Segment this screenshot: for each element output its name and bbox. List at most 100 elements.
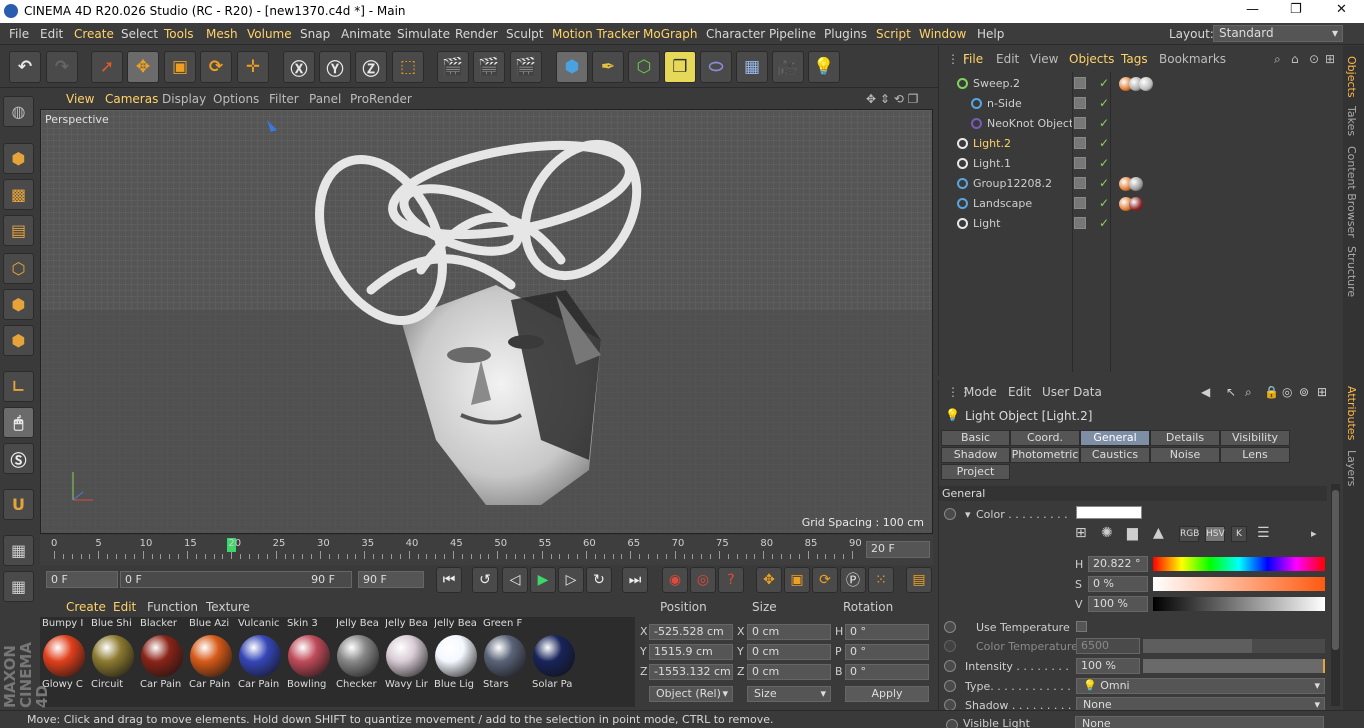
previous-frame-button[interactable]: ◁	[502, 567, 528, 593]
type-select[interactable]: 💡 Omni ▾	[1076, 678, 1325, 694]
objects-menu-objects[interactable]: Objects	[1069, 52, 1114, 66]
z-axis-button[interactable]: Ⓩ	[355, 51, 387, 83]
tab-coord[interactable]: Coord.	[1010, 430, 1080, 446]
objects-menu-bookmarks[interactable]: Bookmarks	[1159, 52, 1226, 66]
render-view-button[interactable]: 🎬	[437, 51, 469, 83]
points-mode-button[interactable]: ⬡	[3, 253, 34, 284]
target-icon[interactable]: ◎	[1282, 385, 1292, 399]
color-swatch[interactable]	[1076, 506, 1142, 519]
render-settings-button[interactable]: 🎬	[510, 51, 542, 83]
viewport-menu-prorender[interactable]: ProRender	[350, 92, 412, 106]
up-arrow-icon[interactable]: ↖	[1226, 385, 1236, 399]
object-tag-icon[interactable]	[1129, 177, 1143, 191]
menu-edit[interactable]: Edit	[40, 27, 63, 41]
material-swatch[interactable]: Jelly Bea Checker	[334, 617, 382, 707]
current-frame-field[interactable]: 20 F	[866, 541, 930, 558]
objects-menu-file[interactable]: File	[963, 52, 983, 66]
visible-light-radio[interactable]	[946, 719, 958, 728]
render-picture-viewer-button[interactable]: 🎬	[473, 51, 505, 83]
scale-tool-button[interactable]: ▣	[164, 51, 196, 83]
pen-button[interactable]: ✒	[592, 51, 624, 83]
floor-button[interactable]: ▦	[736, 51, 768, 83]
attributes-scrollbar-thumb[interactable]	[1332, 490, 1339, 650]
enabled-check-icon[interactable]: ✓	[1099, 176, 1109, 190]
material-swatch[interactable]: Blue Azi Car Pain	[187, 617, 235, 707]
rotate-tool-button[interactable]: ⟳	[200, 51, 232, 83]
tab-photometric[interactable]: Photometric	[1010, 447, 1080, 463]
sliders-icon[interactable]: ☰	[1257, 525, 1270, 541]
light-button[interactable]: 💡	[808, 51, 840, 83]
viewport-menu-panel[interactable]: Panel	[309, 92, 341, 106]
go-to-start-button[interactable]: ⏮	[436, 567, 462, 593]
rotation-p-field[interactable]: 0 °	[845, 644, 929, 660]
size-mode-select[interactable]: Size ▾	[747, 686, 831, 702]
object-name[interactable]: Group12208.2	[973, 177, 1052, 190]
back-arrow-icon[interactable]: ◀	[1201, 385, 1210, 399]
color-temperature-field[interactable]: 6500	[1076, 638, 1140, 654]
keyframe-selection-button[interactable]: ?	[718, 567, 744, 593]
frame-range-slider[interactable]: 0 F 90 F	[120, 571, 352, 588]
side-tab-objects[interactable]: Objects	[1345, 56, 1358, 98]
viewport-navigation-icons[interactable]: ✥ ⇕ ⟲ ❐	[866, 92, 918, 106]
search-icon[interactable]: ⌕	[1245, 385, 1252, 400]
color-animate-radio[interactable]	[944, 508, 956, 520]
apply-button[interactable]: Apply	[845, 686, 929, 702]
menu-plugins[interactable]: Plugins	[824, 27, 867, 41]
layer-visibility-icon[interactable]	[1074, 177, 1086, 189]
material-menu-create[interactable]: Create	[66, 600, 106, 614]
go-to-end-button[interactable]: ⏭	[622, 567, 648, 593]
objects-menu-view[interactable]: View	[1030, 52, 1058, 66]
enabled-check-icon[interactable]: ✓	[1099, 116, 1109, 130]
viewport-menu-view[interactable]: View	[66, 92, 94, 106]
enabled-check-icon[interactable]: ✓	[1099, 196, 1109, 210]
layer-visibility-icon[interactable]	[1074, 197, 1086, 209]
menu-animate[interactable]: Animate	[341, 27, 391, 41]
menu-create[interactable]: Create	[74, 27, 114, 41]
layer-visibility-icon[interactable]	[1074, 157, 1086, 169]
type-radio[interactable]	[944, 680, 956, 692]
material-swatch[interactable]: Vulcanic Car Pain	[236, 617, 284, 707]
menu-tools[interactable]: Tools	[164, 27, 194, 41]
objects-menu-tags[interactable]: Tags	[1121, 52, 1148, 66]
position-x-field[interactable]: -525.528 cm	[649, 624, 733, 640]
material-swatch[interactable]: Blue Shi Circuit	[89, 617, 137, 707]
menu-snap[interactable]: Snap	[300, 27, 330, 41]
position-y-field[interactable]: 1515.9 cm	[649, 644, 733, 660]
object-row[interactable]: Light.2 ✓	[941, 134, 1341, 154]
tab-lens[interactable]: Lens	[1220, 447, 1290, 463]
tab-project[interactable]: Project	[941, 464, 1010, 480]
model-mode-button[interactable]: ⬢	[3, 143, 34, 174]
layer-visibility-icon[interactable]	[1074, 217, 1086, 229]
menu-render[interactable]: Render	[455, 27, 498, 41]
make-editable-button[interactable]: ◍	[3, 96, 34, 127]
object-row[interactable]: Group12208.2 ✓	[941, 174, 1341, 194]
color-picker-icon[interactable]: ⊞	[1075, 525, 1087, 541]
autokey-button[interactable]: ◎	[690, 567, 716, 593]
visible-light-select[interactable]: None	[1075, 716, 1324, 728]
subdivision-button[interactable]: ⬡	[628, 51, 660, 83]
hsv-mode-button[interactable]: HSV	[1205, 526, 1225, 542]
texture-mode-button[interactable]: ▩	[3, 179, 34, 210]
start-frame-field[interactable]: 0 F	[46, 571, 118, 588]
enabled-check-icon[interactable]: ✓	[1099, 156, 1109, 170]
material-swatch[interactable]: Jelly Bea Blue Lig	[432, 617, 480, 707]
transform-tool-button[interactable]: ✛	[237, 51, 269, 83]
saturation-gradient-slider[interactable]	[1153, 577, 1325, 591]
image-icon[interactable]: ▲	[1153, 525, 1164, 541]
material-menu-function[interactable]: Function	[147, 600, 198, 614]
menu-window[interactable]: Window	[919, 27, 966, 41]
record-keys-button[interactable]: ◉	[662, 567, 688, 593]
settings-icon[interactable]: ⊚	[1299, 385, 1309, 399]
object-name[interactable]: Landscape	[973, 197, 1032, 210]
menu-pipeline[interactable]: Pipeline	[769, 27, 816, 41]
coordinate-system-button[interactable]: ⬚	[392, 51, 424, 83]
spectrum-icon[interactable]: ▆	[1127, 525, 1138, 541]
material-swatch[interactable]: Jelly Bea Wavy Lir	[383, 617, 431, 707]
timeline-window-button[interactable]: ▤	[906, 567, 932, 593]
workplane-button[interactable]: ▤	[3, 215, 34, 246]
array-button[interactable]: ❒	[664, 51, 696, 83]
layout-select[interactable]: Standard ▾	[1213, 25, 1343, 42]
viewport-menu-options[interactable]: Options	[213, 92, 259, 106]
move-tool-button[interactable]: ✥	[127, 51, 159, 83]
color-temperature-slider[interactable]	[1143, 639, 1325, 653]
